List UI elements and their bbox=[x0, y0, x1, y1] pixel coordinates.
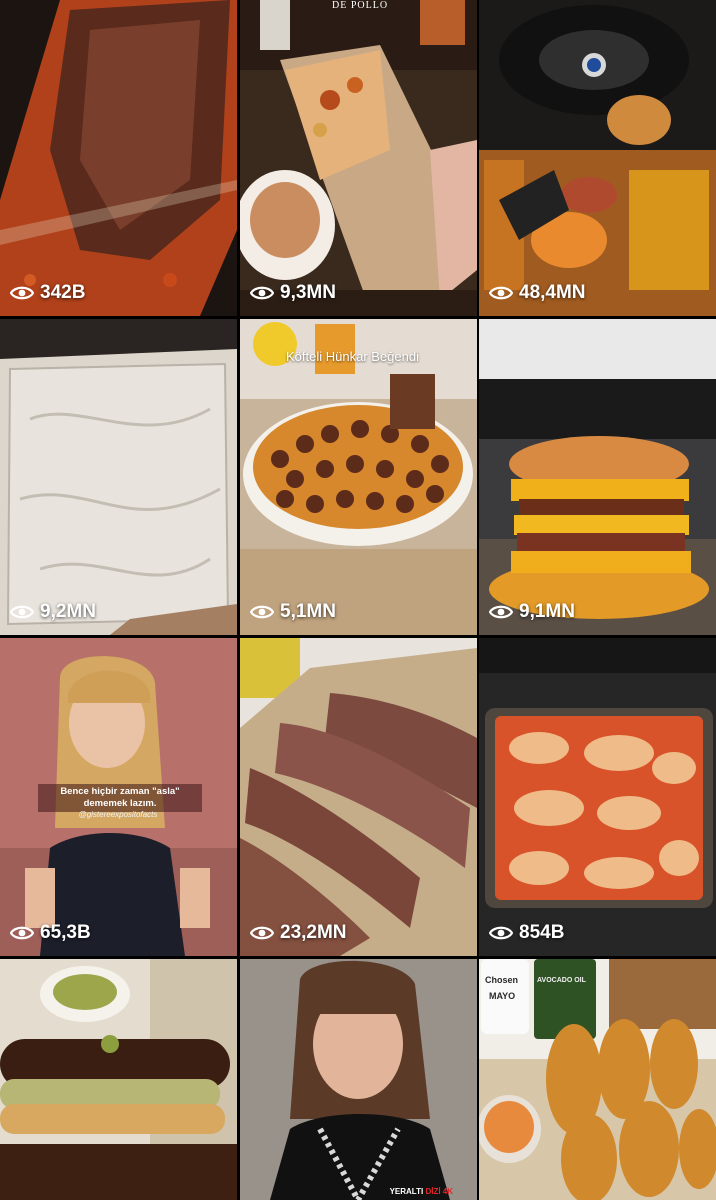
thumbnail-lahmacun bbox=[0, 0, 237, 316]
thumbnail-lasagna bbox=[479, 638, 716, 956]
view-count: 9,1MN bbox=[489, 601, 575, 623]
view-count-label: 23,2MN bbox=[280, 922, 347, 943]
reel-tile-12[interactable]: Chosen MAYO AVOCADO OIL bbox=[479, 959, 716, 1200]
reel-tile-7[interactable]: Bence hiçbir zaman "asla" dememek lazım.… bbox=[0, 638, 237, 956]
brand-label: DE POLLO bbox=[332, 0, 389, 11]
eye-icon bbox=[250, 926, 274, 940]
view-count-label: 5,1MN bbox=[280, 601, 336, 622]
reel-tile-4[interactable]: 9,2MN bbox=[0, 319, 237, 635]
channel-watermark: YERALTI DİZİ 4K bbox=[390, 1187, 453, 1196]
view-count: 9,3MN bbox=[250, 282, 336, 304]
thumbnail-stacked-burger bbox=[479, 319, 716, 635]
reels-grid: 342B DE POLLO 9,3MN 48,4MN 9,2MN Köfteli… bbox=[0, 0, 716, 1200]
eye-icon bbox=[250, 605, 274, 619]
watermark-part-a: YERALTI bbox=[389, 1187, 424, 1196]
view-count-label: 342B bbox=[40, 282, 86, 303]
reel-tile-1[interactable]: 342B bbox=[0, 0, 237, 316]
view-count-label: 9,2MN bbox=[40, 601, 96, 622]
view-count: 23,2MN bbox=[250, 922, 347, 944]
dish-title: Köfteli Hünkar Beğendi bbox=[286, 349, 419, 364]
view-count-label: 9,3MN bbox=[280, 282, 336, 303]
eye-icon bbox=[489, 605, 513, 619]
eye-icon bbox=[250, 286, 274, 300]
thumbnail-fast-food-feast bbox=[479, 0, 716, 316]
view-count: 65,3B bbox=[10, 922, 91, 944]
product-label-chosen: Chosen bbox=[485, 975, 519, 985]
eye-icon bbox=[489, 926, 513, 940]
thumbnail-actress bbox=[240, 959, 477, 1200]
eye-icon bbox=[10, 926, 34, 940]
thumbnail-chicken-wrap bbox=[240, 0, 477, 316]
reel-tile-9[interactable]: 854B bbox=[479, 638, 716, 956]
view-count-label: 65,3B bbox=[40, 922, 91, 943]
thumbnail-doner-slabs bbox=[240, 638, 477, 956]
eye-icon bbox=[10, 605, 34, 619]
view-count-label: 48,4MN bbox=[519, 282, 586, 303]
view-count: 342B bbox=[10, 282, 85, 304]
caption-handle: @gistereexpositofacts bbox=[78, 810, 158, 819]
thumbnail-meatball-casserole bbox=[240, 319, 477, 635]
thumbnail-eclairs bbox=[0, 959, 237, 1200]
view-count-label: 9,1MN bbox=[519, 601, 575, 622]
view-count-label: 854B bbox=[519, 922, 565, 943]
watermark-part-b: DİZİ 4K bbox=[425, 1187, 453, 1196]
reel-tile-2[interactable]: DE POLLO 9,3MN bbox=[240, 0, 477, 316]
view-count: 9,2MN bbox=[10, 601, 96, 623]
reel-tile-3[interactable]: 48,4MN bbox=[479, 0, 716, 316]
view-count: 854B bbox=[489, 922, 564, 944]
product-label-avocado-oil: AVOCADO OIL bbox=[537, 977, 586, 984]
reel-tile-10[interactable] bbox=[0, 959, 237, 1200]
reel-tile-8[interactable]: 23,2MN bbox=[240, 638, 477, 956]
eye-icon bbox=[10, 286, 34, 300]
thumbnail-phyllo-dough bbox=[0, 319, 237, 635]
view-count: 5,1MN bbox=[250, 601, 336, 623]
view-count: 48,4MN bbox=[489, 282, 586, 304]
product-label-mayo: MAYO bbox=[489, 991, 516, 1001]
video-caption: Bence hiçbir zaman "asla" dememek lazım. bbox=[38, 784, 202, 812]
eye-icon bbox=[489, 286, 513, 300]
reel-tile-6[interactable]: 9,1MN bbox=[479, 319, 716, 635]
reel-tile-11[interactable]: YERALTI DİZİ 4K bbox=[240, 959, 477, 1200]
reel-tile-5[interactable]: Köfteli Hünkar Beğendi 5,1MN bbox=[240, 319, 477, 635]
